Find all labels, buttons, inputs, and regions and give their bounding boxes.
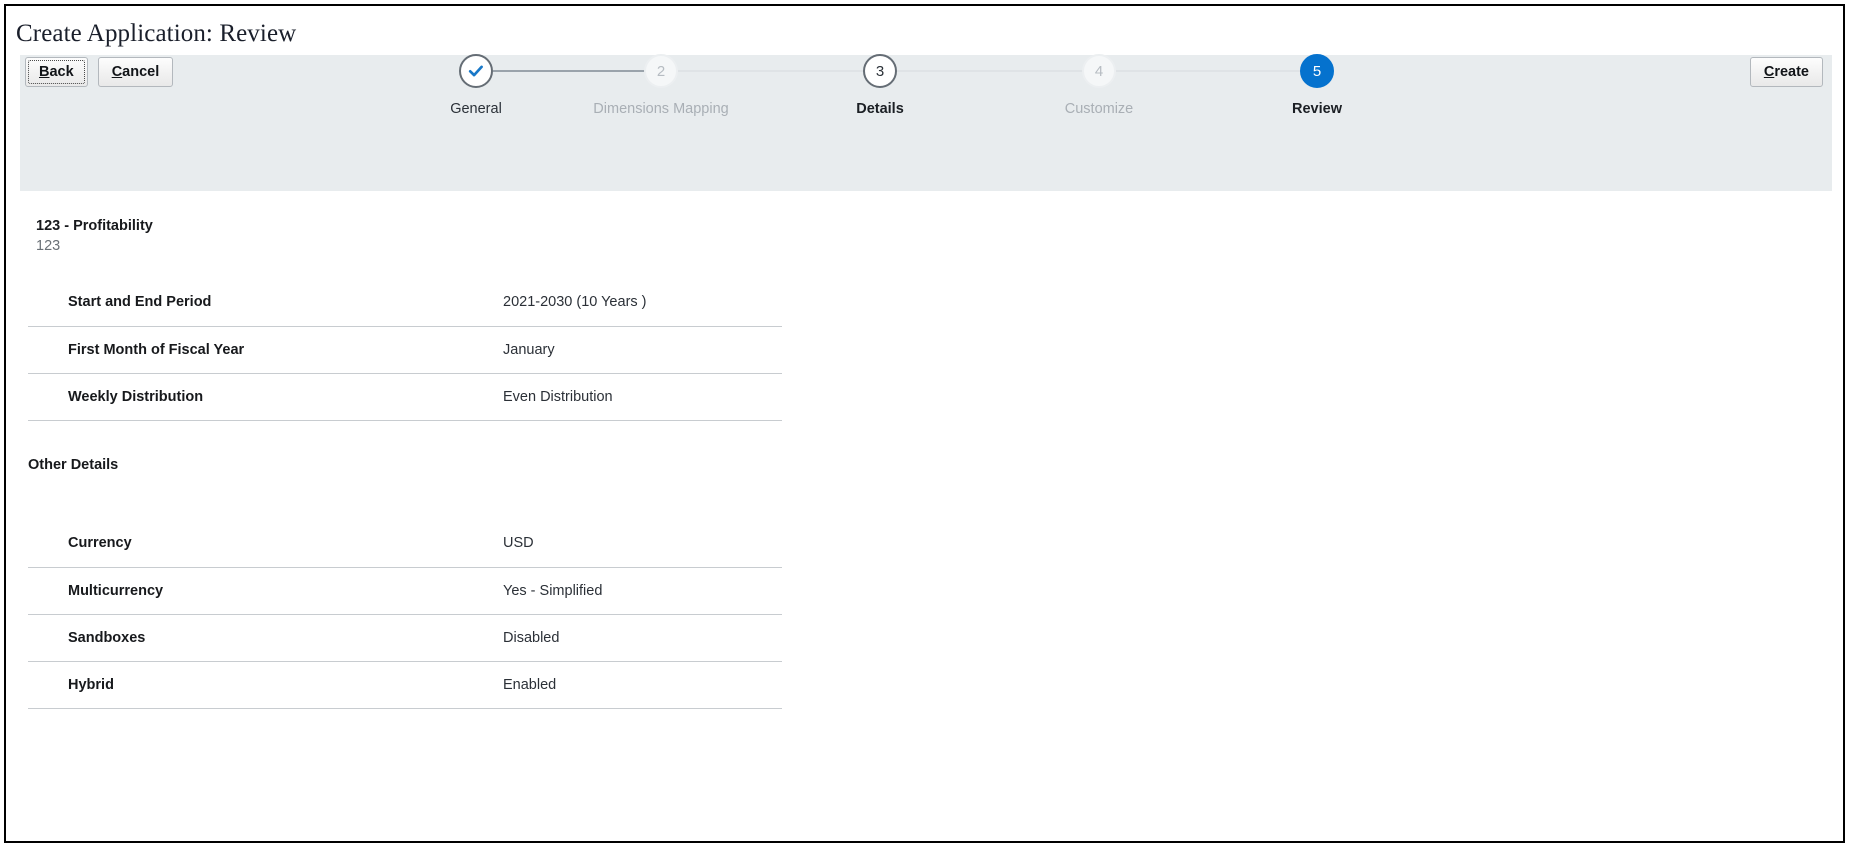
application-id: 123: [36, 238, 61, 254]
row-label: Currency: [28, 520, 503, 568]
cancel-button[interactable]: Cancel: [97, 57, 174, 87]
step-1-label: General: [450, 101, 502, 117]
table-row: First Month of Fiscal Year January: [28, 326, 782, 374]
stepper-step-general[interactable]: General: [376, 54, 576, 118]
wizard-navigation-buttons: Back Cancel: [25, 57, 174, 87]
application-window: Create Application: Review Back Cancel C…: [4, 4, 1845, 843]
step-5-circle: 5: [1300, 54, 1334, 88]
row-label: Weekly Distribution: [28, 373, 503, 421]
step-3-label: Details: [856, 101, 904, 117]
cancel-accel-letter: C: [111, 64, 123, 80]
cancel-label-rest: ancel: [122, 64, 160, 80]
row-value: Even Distribution: [503, 373, 782, 421]
table-row: Hybrid Enabled: [28, 661, 782, 708]
row-label: Sandboxes: [28, 614, 503, 662]
stepper-connector-3-4: [897, 70, 1099, 72]
stepper-connector-1-2: [493, 70, 661, 72]
row-value: Enabled: [503, 676, 557, 693]
general-details-table: Start and End Period 2021-2030 (10 Years…: [28, 279, 782, 421]
table-row: Weekly Distribution Even Distribution: [28, 373, 782, 421]
row-label: Multicurrency: [28, 567, 503, 615]
stepper-step-review[interactable]: 5 Review: [1217, 54, 1417, 118]
create-button-container: Create: [1749, 57, 1823, 87]
create-accel-letter: C: [1763, 64, 1775, 80]
stepper-step-dimensions-mapping[interactable]: 2 Dimensions Mapping: [561, 54, 761, 118]
review-content: 123 - Profitability 123 Start and End Pe…: [6, 191, 1843, 841]
stepper-connector-4-5: [1116, 70, 1317, 72]
page-title: Create Application: Review: [16, 20, 297, 47]
table-row: Currency USD: [28, 520, 782, 568]
table-row: Multicurrency Yes - Simplified: [28, 567, 782, 615]
back-button[interactable]: Back: [25, 57, 88, 87]
step-4-label: Customize: [1064, 101, 1134, 117]
table-bottom-divider: [28, 708, 782, 709]
row-value: 2021-2030 (10 Years ): [503, 279, 782, 327]
check-icon: [468, 65, 483, 77]
table-row: Sandboxes Disabled: [28, 614, 782, 662]
back-label-rest: ack: [49, 64, 74, 80]
application-name: 123 - Profitability: [36, 218, 153, 234]
table-row: Start and End Period 2021-2030 (10 Years…: [28, 279, 782, 327]
row-value: USD: [503, 520, 782, 568]
step-3-circle: 3: [863, 54, 897, 88]
row-value: Yes - Simplified: [503, 567, 782, 615]
stepper-connector-2-3: [678, 70, 880, 72]
step-4-circle: 4: [1082, 54, 1116, 88]
row-value: Disabled: [503, 614, 782, 662]
row-label: Start and End Period: [28, 279, 503, 327]
other-details-heading: Other Details: [28, 457, 119, 473]
step-5-label: Review: [1292, 101, 1342, 117]
back-accel-letter: B: [39, 64, 50, 80]
row-label: First Month of Fiscal Year: [28, 326, 503, 374]
stepper-step-customize[interactable]: 4 Customize: [999, 54, 1199, 118]
row-label: Hybrid: [68, 676, 114, 693]
create-label-rest: reate: [1774, 64, 1809, 80]
other-details-table: Currency USD Multicurrency Yes - Simplif…: [28, 520, 782, 708]
row-value: January: [503, 326, 782, 374]
wizard-stepper: General 2 Dimensions Mapping 3 Details 4…: [450, 54, 1406, 164]
step-2-label: Dimensions Mapping: [593, 101, 729, 117]
step-1-circle: [459, 54, 493, 88]
step-2-circle: 2: [644, 54, 678, 88]
stepper-step-details[interactable]: 3 Details: [780, 54, 980, 118]
create-button[interactable]: Create: [1749, 57, 1823, 87]
